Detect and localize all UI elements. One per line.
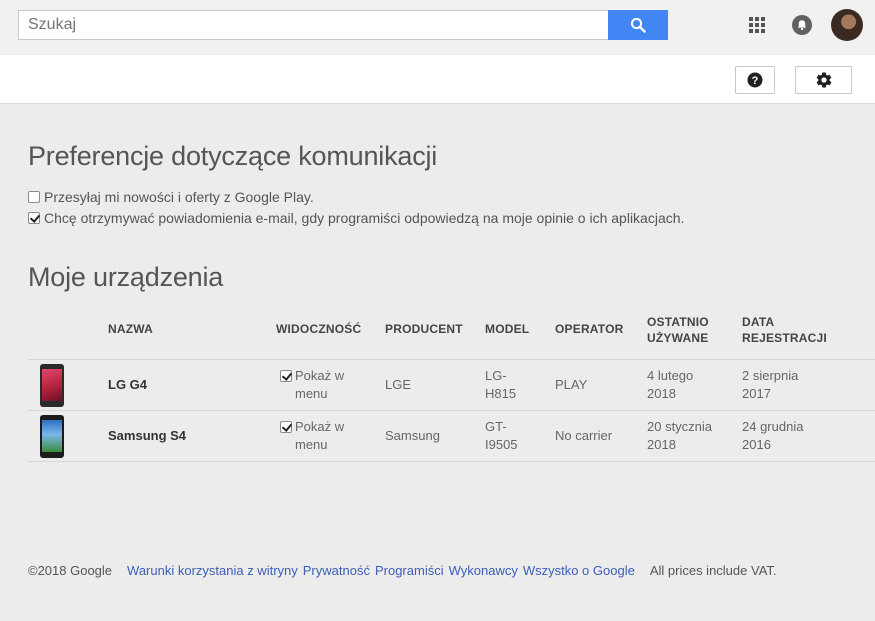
avatar[interactable]	[831, 9, 863, 41]
top-bar	[0, 0, 875, 55]
svg-text:?: ?	[752, 75, 759, 87]
pref-dev-replies-label: Chcę otrzymywać powiadomienia e-mail, gd…	[44, 210, 685, 226]
vat-note: All prices include VAT.	[649, 563, 777, 578]
pref-dev-replies[interactable]: Chcę otrzymywać powiadomienia e-mail, gd…	[28, 210, 684, 226]
col-model: MODEL	[485, 322, 530, 336]
copyright: ©2018 Google	[28, 563, 113, 578]
model: GT- I9505	[485, 419, 518, 452]
footer-link-developers[interactable]: Programiści	[375, 563, 444, 578]
footer: ©2018 Google Warunki korzystania z witry…	[28, 563, 777, 578]
pref-dev-replies-checkbox[interactable]	[28, 212, 40, 224]
manufacturer: LGE	[385, 377, 412, 392]
table-row: LG G4 Pokaż w menu LGE LG- H815 PLAY 4 l…	[28, 360, 875, 411]
search-bar	[18, 10, 668, 40]
settings-button[interactable]	[795, 66, 852, 94]
col-registered: DATA REJESTRACJI	[742, 315, 827, 345]
operator: PLAY	[555, 377, 588, 392]
last-used: 4 lutego 2018	[647, 368, 694, 401]
visibility-label: Pokaż w menu	[295, 368, 345, 401]
gear-icon	[816, 72, 831, 88]
col-last-used: OSTATNIO UŻYWANE	[647, 315, 709, 345]
col-operator: OPERATOR	[555, 322, 624, 336]
model: LG- H815	[485, 368, 517, 401]
visibility-toggle[interactable]: Pokaż w menu	[280, 418, 344, 454]
footer-link-about-google[interactable]: Wszystko o Google	[523, 563, 635, 578]
communication-preferences-title: Preferencje dotyczące komunikacji	[28, 141, 438, 171]
show-in-menu-checkbox[interactable]	[280, 370, 292, 382]
search-input[interactable]	[18, 10, 608, 40]
footer-link-terms[interactable]: Warunki korzystania z witryny	[127, 563, 298, 578]
help-icon: ?	[747, 72, 763, 88]
operator: No carrier	[555, 428, 613, 443]
device-name: Samsung S4	[108, 428, 187, 443]
registered: 2 sierpnia 2017	[742, 368, 799, 401]
apps-grid-icon[interactable]	[749, 17, 765, 33]
pref-news-label: Przesyłaj mi nowości i oferty z Google P…	[44, 189, 314, 205]
footer-link-privacy[interactable]: Prywatność	[303, 563, 370, 578]
manufacturer: Samsung	[385, 428, 440, 443]
footer-link-artists[interactable]: Wykonawcy	[449, 563, 518, 578]
help-button[interactable]: ?	[735, 66, 775, 94]
device-name: LG G4	[108, 377, 148, 392]
last-used: 20 stycznia 2018	[647, 419, 713, 452]
visibility-label: Pokaż w menu	[295, 419, 345, 452]
devices-title: Moje urządzenia	[28, 262, 224, 292]
notifications-bell-icon[interactable]	[792, 15, 812, 35]
registered: 24 grudnia 2016	[742, 419, 804, 452]
pref-news-offers[interactable]: Przesyłaj mi nowości i oferty z Google P…	[28, 189, 314, 205]
samsung-s4-phone-image	[40, 415, 64, 458]
search-button[interactable]	[608, 10, 668, 40]
pref-news-checkbox[interactable]	[28, 191, 40, 203]
show-in-menu-checkbox[interactable]	[280, 421, 292, 433]
col-name: NAZWA	[108, 322, 153, 336]
lg-g4-phone-image	[40, 364, 64, 407]
col-manufacturer: PRODUCENT	[385, 322, 463, 336]
search-icon	[630, 17, 646, 33]
table-row: Samsung S4 Pokaż w menu Samsung GT- I950…	[28, 411, 875, 462]
action-bar: ?	[0, 55, 875, 104]
col-visibility: WIDOCZNOŚĆ	[276, 322, 362, 336]
visibility-toggle[interactable]: Pokaż w menu	[280, 367, 344, 403]
